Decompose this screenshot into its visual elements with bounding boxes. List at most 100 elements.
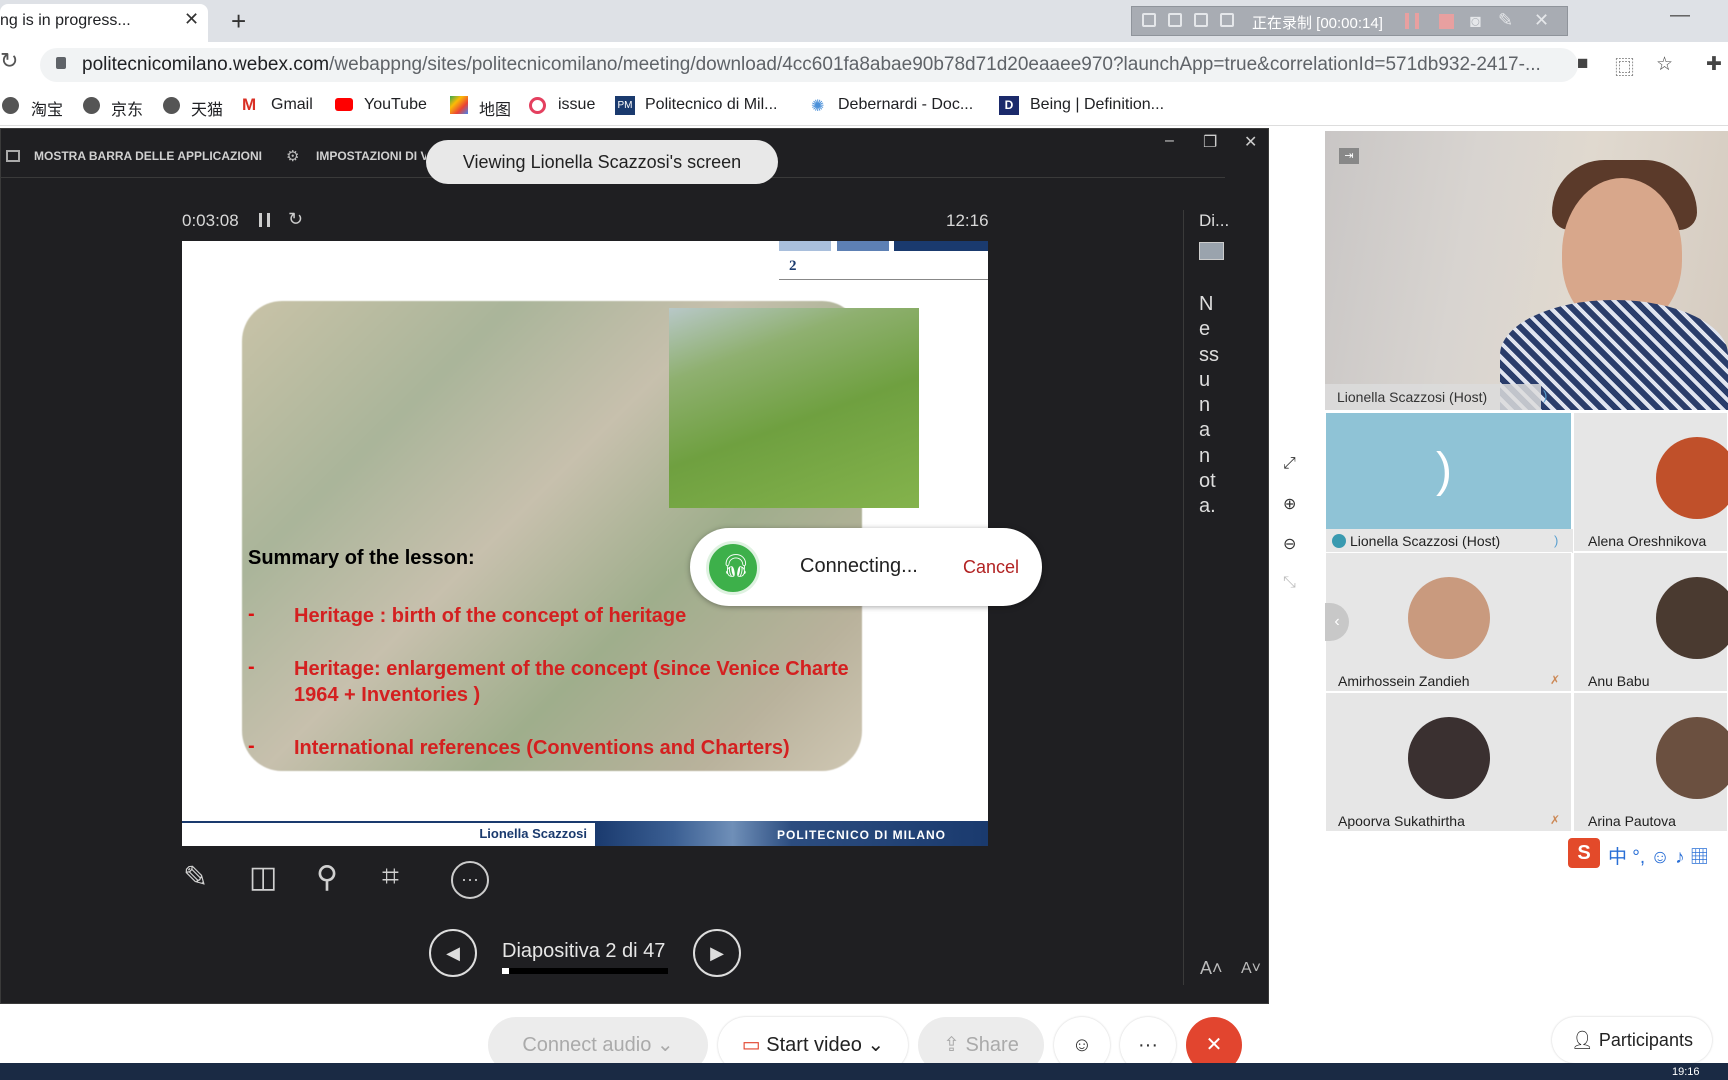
- green-fields-photo: [669, 308, 919, 508]
- start-video-label: Start video: [766, 1034, 862, 1056]
- presenter-restore-icon[interactable]: ❐: [1203, 132, 1217, 152]
- participant-name: Lionella Scazzosi (Host): [1350, 533, 1501, 549]
- summary-title: Summary of the lesson:: [248, 547, 475, 569]
- timer-reset-icon[interactable]: ↻: [288, 209, 303, 230]
- slide-counter: Diapositiva 2 di 47: [502, 940, 666, 962]
- slide-header-block: [894, 241, 988, 251]
- lock-icon[interactable]: [56, 57, 66, 69]
- participant-tile[interactable]: Amirhossein Zandieh ✗: [1325, 552, 1572, 692]
- slide-progress-track: [502, 968, 668, 974]
- pen-icon[interactable]: ✎: [1498, 10, 1513, 31]
- participant-name: Amirhossein Zandieh: [1338, 673, 1470, 689]
- region-icon[interactable]: [1194, 13, 1208, 27]
- bullet-dash: -: [248, 656, 255, 678]
- bookmark-taobao[interactable]: 淘宝: [31, 96, 63, 120]
- reload-icon[interactable]: ↻: [0, 48, 18, 74]
- participant-tile[interactable]: Apoorva Sukathirtha ✗: [1325, 692, 1572, 832]
- muted-mic-icon: ✗: [1550, 813, 1561, 827]
- fit-icon[interactable]: ⤡: [1283, 574, 1296, 592]
- avatar: [1656, 437, 1728, 519]
- url-path: /webappng/sites/politecnicomilano/meetin…: [329, 54, 1541, 75]
- expand-icon[interactable]: ⤢: [1283, 455, 1296, 473]
- presenter-close-icon[interactable]: ✕: [1244, 132, 1257, 152]
- close-recorder-icon[interactable]: ✕: [1534, 10, 1549, 31]
- bullet-dash: -: [248, 735, 255, 757]
- current-time: 12:16: [946, 211, 989, 230]
- notes-title: Di...: [1199, 211, 1230, 230]
- bookmark-youtube[interactable]: YouTube: [364, 96, 427, 114]
- tab-close-icon[interactable]: ✕: [184, 9, 199, 30]
- taskbar-clock: 19:16: [1672, 1066, 1700, 1078]
- recording-status: 正在录制 [00:00:14]: [1252, 15, 1383, 32]
- participants-label: Participants: [1598, 1030, 1693, 1050]
- camera-icon[interactable]: ◙: [1470, 11, 1481, 32]
- menu-icon[interactable]: [1142, 13, 1156, 27]
- video-camera-icon[interactable]: ■: [1577, 53, 1588, 75]
- participant-tile[interactable]: Anu Babu: [1573, 552, 1728, 692]
- summary-point: Heritage: enlargement of the concept (si…: [294, 658, 849, 706]
- increase-font-icon[interactable]: A˄: [1200, 958, 1223, 979]
- slides-grid-icon[interactable]: ◫: [249, 860, 289, 900]
- participant-tile[interactable]: Alena Oreshnikova: [1573, 412, 1728, 552]
- slide-progress-fill: [502, 968, 509, 974]
- bookmark-gmail[interactable]: Gmail: [271, 96, 313, 114]
- collapse-panel-icon[interactable]: ⇥: [1339, 148, 1359, 164]
- url-host: politecnicomilano.webex.com: [82, 54, 330, 75]
- window-minimize-button[interactable]: —: [1670, 4, 1690, 27]
- pen-tool-icon[interactable]: ✎: [183, 860, 223, 900]
- bookmark-jd[interactable]: 京东: [111, 96, 143, 120]
- ime-logo-icon[interactable]: S: [1568, 838, 1600, 868]
- bullet-dash: -: [248, 603, 255, 625]
- globe-icon: [83, 97, 100, 114]
- elapsed-timer: 0:03:08: [182, 211, 239, 230]
- extensions-icon[interactable]: ✚: [1706, 53, 1722, 76]
- bookmark-polimi[interactable]: Politecnico di Mil...: [645, 96, 778, 114]
- audio-wave-icon: ): [1543, 388, 1548, 403]
- next-slide-button[interactable]: ▶: [693, 929, 741, 977]
- crop-icon[interactable]: [1220, 13, 1234, 27]
- participants-icon: 👤︎: [1571, 1030, 1594, 1050]
- zoom-out-icon[interactable]: ⊖: [1283, 534, 1296, 554]
- debernardi-icon: ✺: [811, 98, 825, 115]
- cancel-connect-button[interactable]: Cancel: [963, 557, 1019, 578]
- connect-audio-label: Connect audio: [522, 1034, 652, 1056]
- taskbar-icon: [6, 150, 20, 162]
- video-camera-icon: ▭: [741, 1034, 761, 1056]
- previous-slide-button[interactable]: ◀: [429, 929, 477, 977]
- bookmark-debernardi[interactable]: Debernardi - Doc...: [838, 96, 973, 114]
- avatar: [1408, 717, 1490, 799]
- tab-title[interactable]: ng is in progress...: [0, 12, 131, 30]
- bookmark-maps[interactable]: 地图: [479, 96, 511, 120]
- speaker-notes: Nessuna nota.: [1199, 293, 1219, 518]
- new-tab-button[interactable]: +: [231, 6, 246, 37]
- ime-toolbar[interactable]: 中 °, ☺ ♪ ▦: [1608, 842, 1709, 869]
- timer-pause-icon[interactable]: [259, 213, 270, 227]
- slide-footer-university: POLITECNICO DI MILANO: [777, 828, 946, 842]
- more-options-icon[interactable]: ···: [451, 861, 489, 899]
- bookmark-issue[interactable]: issue: [558, 96, 595, 114]
- zoom-magnifier-icon[interactable]: ⚲: [316, 860, 356, 900]
- show-taskbar-button[interactable]: MOSTRA BARRA DELLE APPLICAZIONI: [34, 149, 262, 163]
- participants-button[interactable]: 👤︎ Participants: [1552, 1017, 1712, 1063]
- zoom-in-icon[interactable]: ⊕: [1283, 494, 1296, 514]
- participant-tile[interactable]: ) Lionella Scazzosi (Host) ): [1325, 412, 1573, 553]
- notes-thumbnail: [1199, 242, 1224, 260]
- bookmark-being[interactable]: Being | Definition...: [1030, 96, 1164, 114]
- viewing-screen-banner: Viewing Lionella Scazzosi's screen: [426, 140, 778, 184]
- host-name: Lionella Scazzosi (Host): [1337, 389, 1488, 405]
- presenter-minimize-icon[interactable]: –: [1165, 132, 1174, 150]
- stop-recording-icon[interactable]: [1439, 14, 1454, 29]
- url-text[interactable]: politecnicomilano.webex.com/webappng/sit…: [82, 54, 1562, 76]
- issue-icon: [529, 97, 546, 114]
- window-icon[interactable]: [1168, 13, 1182, 27]
- participant-tile[interactable]: Arina Pautova: [1573, 692, 1728, 832]
- bookmark-tmall[interactable]: 天猫: [191, 96, 223, 120]
- translate-icon[interactable]: ⿴: [1615, 53, 1634, 80]
- slide-header-block: [779, 241, 831, 251]
- display-settings-button[interactable]: IMPOSTAZIONI DI VISUALIZZAZIONE ▾: [316, 149, 426, 163]
- black-screen-icon[interactable]: ⌗: [382, 860, 422, 900]
- bookmark-star-icon[interactable]: ☆: [1656, 53, 1673, 76]
- decrease-font-icon[interactable]: A˅: [1241, 960, 1261, 978]
- pause-recording-icon[interactable]: [1405, 13, 1419, 29]
- headset-glyph-icon: 🎧︎: [722, 553, 750, 578]
